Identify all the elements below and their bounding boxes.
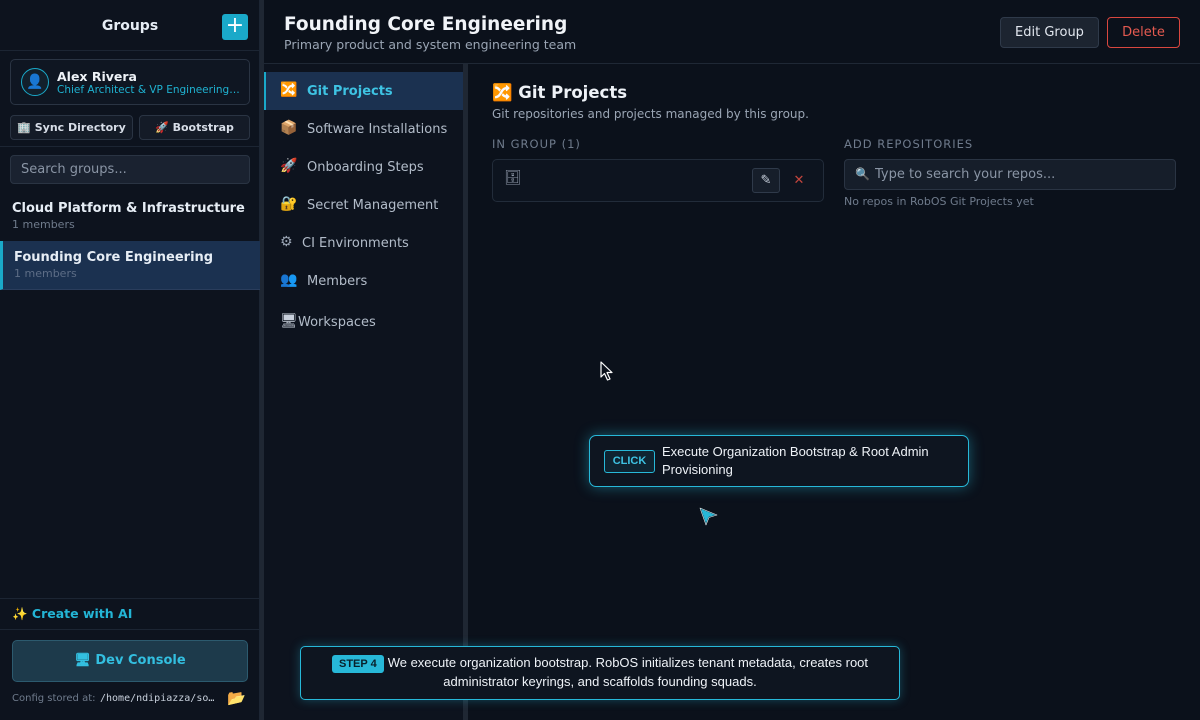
click-badge: CLICK	[604, 450, 655, 473]
search-groups-input[interactable]	[10, 155, 250, 184]
group-member-count: 1 members	[14, 267, 77, 280]
section-title: 🔀 Git Projects	[492, 83, 628, 102]
sidebar-title: Groups	[101, 18, 159, 34]
user-role: Chief Architect & VP Engineering · ...	[57, 84, 241, 96]
group-name: Cloud Platform & Infrastructure	[12, 201, 245, 216]
step-banner: STEP 4 We execute organization bootstrap.…	[300, 646, 900, 700]
user-name: Alex Rivera	[57, 69, 137, 84]
user-card[interactable]: 👤 Alex Rivera Chief Architect & VP Engin…	[10, 59, 250, 105]
repo-row: 🗄 ✎ ✕	[492, 159, 824, 202]
group-item-selected[interactable]: Founding Core Engineering 1 members	[0, 241, 260, 290]
step-text: We execute organization bootstrap. RobOS…	[387, 655, 869, 689]
page-title: Founding Core Engineering	[284, 14, 568, 35]
page-header: Founding Core Engineering Primary produc…	[264, 0, 1200, 64]
sidebar-header: Groups +	[0, 0, 260, 51]
database-icon: 🗄	[504, 170, 522, 186]
tab-label: Secret Management	[307, 198, 439, 213]
lock-key-icon: 🔐	[280, 196, 298, 212]
edit-repo-button[interactable]: ✎	[752, 168, 780, 193]
divider	[0, 598, 260, 599]
pointer-arrow-icon	[699, 507, 718, 526]
mouse-cursor-icon	[600, 361, 613, 381]
remove-repo-button[interactable]: ✕	[788, 168, 810, 193]
in-group-heading: IN GROUP (1)	[492, 137, 581, 151]
rocket-icon: 🚀	[280, 158, 298, 174]
tab-ci-environments[interactable]: ⚙ CI Environments	[264, 224, 463, 262]
tab-software-installations[interactable]: 📦 Software Installations	[264, 110, 463, 148]
tab-members[interactable]: 👥 Members	[264, 262, 463, 300]
tab-git-projects[interactable]: 🔀 Git Projects	[264, 72, 463, 110]
bootstrap-button[interactable]: 🚀 Bootstrap	[139, 115, 250, 140]
tab-label: Git Projects	[307, 84, 393, 99]
tab-secret-management[interactable]: 🔐 Secret Management	[264, 186, 463, 224]
gear-icon: ⚙	[280, 234, 293, 250]
git-branch-icon: 🔀	[280, 82, 298, 98]
dev-console-button[interactable]: 🖥 Dev Console	[12, 640, 248, 682]
tab-workspaces[interactable]: 🖥 Workspaces	[264, 303, 463, 341]
group-member-count: 1 members	[12, 218, 75, 231]
group-name: Founding Core Engineering	[14, 250, 214, 265]
no-repos-message: No repos in RobOS Git Projects yet	[844, 195, 1034, 208]
tab-label: Onboarding Steps	[307, 160, 424, 175]
page-subtitle: Primary product and system engineering t…	[284, 37, 577, 52]
folder-icon[interactable]: 📂	[227, 689, 246, 707]
repo-search-input[interactable]	[875, 160, 1170, 189]
add-repositories-heading: ADD REPOSITORIES	[844, 137, 974, 151]
tab-label: Workspaces	[298, 315, 376, 330]
divider	[0, 146, 260, 147]
tab-onboarding-steps[interactable]: 🚀 Onboarding Steps	[264, 148, 463, 186]
repo-search-box: 🔍	[844, 159, 1176, 190]
delete-group-button[interactable]: Delete	[1107, 17, 1180, 48]
desktop-icon: 🖥	[280, 313, 298, 329]
group-item[interactable]: Cloud Platform & Infrastructure 1 member…	[0, 192, 260, 241]
package-icon: 📦	[280, 120, 298, 136]
step-badge: STEP 4	[331, 655, 384, 673]
users-icon: 👥	[280, 272, 298, 288]
divider	[0, 629, 260, 630]
edit-group-button[interactable]: Edit Group	[1000, 17, 1099, 48]
section-tabs: 🔀 Git Projects 📦 Software Installations …	[264, 64, 463, 720]
config-label: Config stored at:	[12, 693, 96, 704]
click-callout: CLICK Execute Organization Bootstrap & R…	[589, 435, 969, 487]
callout-text: Execute Organization Bootstrap & Root Ad…	[662, 444, 929, 477]
sidebar: Groups + 👤 Alex Rivera Chief Architect &…	[0, 0, 260, 720]
main-panel: 🔀 Git Projects Git repositories and proj…	[468, 64, 1200, 720]
tab-label: Members	[307, 274, 368, 289]
create-with-ai-link[interactable]: ✨ Create with AI	[12, 606, 132, 622]
tab-label: CI Environments	[302, 236, 409, 251]
tab-label: Software Installations	[307, 122, 448, 137]
sync-directory-button[interactable]: 🏢 Sync Directory	[10, 115, 133, 140]
search-icon: 🔍	[855, 167, 870, 181]
avatar: 👤	[21, 68, 49, 96]
config-path: /home/ndipiazza/software/robos/config	[100, 693, 218, 704]
add-group-button[interactable]: +	[222, 14, 248, 40]
section-subtitle: Git repositories and projects managed by…	[492, 107, 809, 121]
